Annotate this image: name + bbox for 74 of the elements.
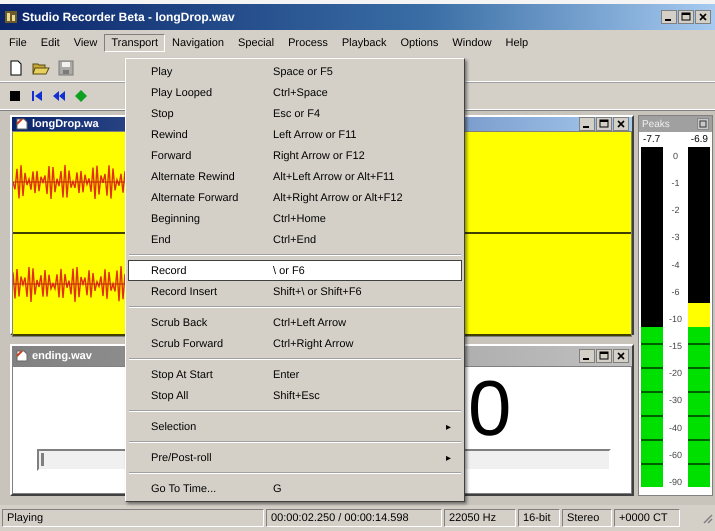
resize-grip-icon[interactable] (701, 512, 713, 524)
menu-item[interactable]: View (66, 34, 104, 52)
menu-item[interactable]: Window (445, 34, 499, 52)
status-panel: Stereo (562, 509, 612, 527)
save-icon[interactable] (58, 60, 74, 76)
menu-item[interactable]: Navigation (165, 34, 232, 52)
scale-label: -15 (668, 341, 682, 352)
scale-label: -10 (668, 314, 682, 324)
rewind-icon[interactable] (52, 88, 66, 102)
close-icon[interactable] (695, 10, 711, 24)
new-file-icon[interactable] (8, 60, 24, 76)
menu-item[interactable]: Forward Right Arrow or F12 (128, 145, 462, 166)
peak-reading: -6.9 (690, 134, 708, 145)
stop-icon[interactable] (8, 88, 22, 102)
status-panel: 00:00:02.250 / 00:00:14.598 (266, 509, 442, 527)
maximize-icon[interactable] (596, 117, 612, 131)
scale-label: -3 (671, 232, 680, 242)
document-title: longDrop.wa (32, 118, 99, 130)
minimize-icon[interactable] (579, 117, 595, 131)
menu-item[interactable]: Edit (34, 34, 67, 52)
menu-item[interactable]: Scrub Back Ctrl+Left Arrow (128, 312, 462, 333)
menu-item[interactable]: Special (231, 34, 282, 52)
scale-label: -2 (671, 205, 680, 216)
menu-item[interactable]: Selection ▸ (128, 416, 462, 437)
menu-item[interactable]: Stop At Start Enter (128, 364, 462, 385)
status-panel: Playing (2, 509, 264, 527)
menu-item[interactable]: End Ctrl+End (128, 229, 462, 250)
menu-item[interactable]: Help (498, 34, 536, 52)
close-icon[interactable] (613, 117, 629, 131)
menu-item[interactable]: Scrub Forward Ctrl+Right Arrow (128, 333, 462, 354)
menu-item[interactable]: Transport (104, 34, 166, 52)
restore-icon[interactable] (697, 118, 709, 130)
menu-item[interactable]: Record \ or F6 (128, 260, 462, 281)
scale-label: -1 (671, 178, 680, 188)
menu-item[interactable]: Play Looped Ctrl+Space (128, 82, 462, 103)
scale-label: -40 (668, 422, 682, 433)
minimize-icon[interactable] (661, 10, 677, 24)
menu-item[interactable]: Pre/Post-roll ▸ (128, 447, 462, 468)
status-panel: 22050 Hz (444, 509, 516, 527)
scale-label: -4 (671, 260, 680, 270)
scale-label: -30 (668, 395, 682, 406)
skip-to-start-icon[interactable] (30, 88, 44, 102)
document-icon (15, 350, 29, 362)
menu-item[interactable]: Options (393, 34, 446, 52)
slider-thumb[interactable] (41, 453, 44, 466)
scale-label: -90 (668, 476, 682, 487)
menu-item[interactable]: Play Space or F5 (128, 61, 462, 82)
maximize-icon[interactable] (678, 10, 694, 24)
status-panel: +0000 CT (614, 509, 680, 527)
maximize-icon[interactable] (596, 349, 612, 363)
menu-item[interactable]: Beginning Ctrl+Home (128, 208, 462, 229)
meter-title: Peaks (642, 118, 670, 130)
window-title: Studio Recorder Beta - longDrop.wav (22, 10, 235, 24)
scale-label: 0 (672, 151, 678, 161)
close-icon[interactable] (613, 349, 629, 363)
menu-item[interactable]: File (2, 34, 34, 52)
scale-label: -20 (668, 368, 682, 378)
document-title: ending.wav (32, 350, 92, 362)
menu-item[interactable]: Alternate Forward Alt+Right Arrow or Alt+F12 (128, 187, 462, 208)
app-icon (4, 10, 18, 24)
status-panel: 16-bit (518, 509, 560, 527)
menu-item[interactable]: Stop All Shift+Esc (128, 385, 462, 406)
peak-reading: -7.7 (643, 134, 660, 145)
menu-item[interactable]: Record Insert Shift+\ or Shift+F6 (128, 281, 462, 302)
scale-label: -6 (671, 286, 680, 297)
time-counter: 0 (468, 369, 512, 447)
scale-label: -60 (668, 450, 682, 460)
menu-item[interactable]: Process (281, 34, 335, 52)
menu-item[interactable]: Stop Esc or F4 (128, 103, 462, 124)
menu-item[interactable]: Alternate Rewind Alt+Left Arrow or Alt+F11 (128, 166, 462, 187)
menu-item[interactable]: Go To Time... G (128, 478, 462, 499)
menu-item[interactable]: Playback (334, 34, 394, 52)
menu-item[interactable]: Rewind Left Arrow or F11 (128, 124, 462, 145)
minimize-icon[interactable] (579, 349, 595, 363)
